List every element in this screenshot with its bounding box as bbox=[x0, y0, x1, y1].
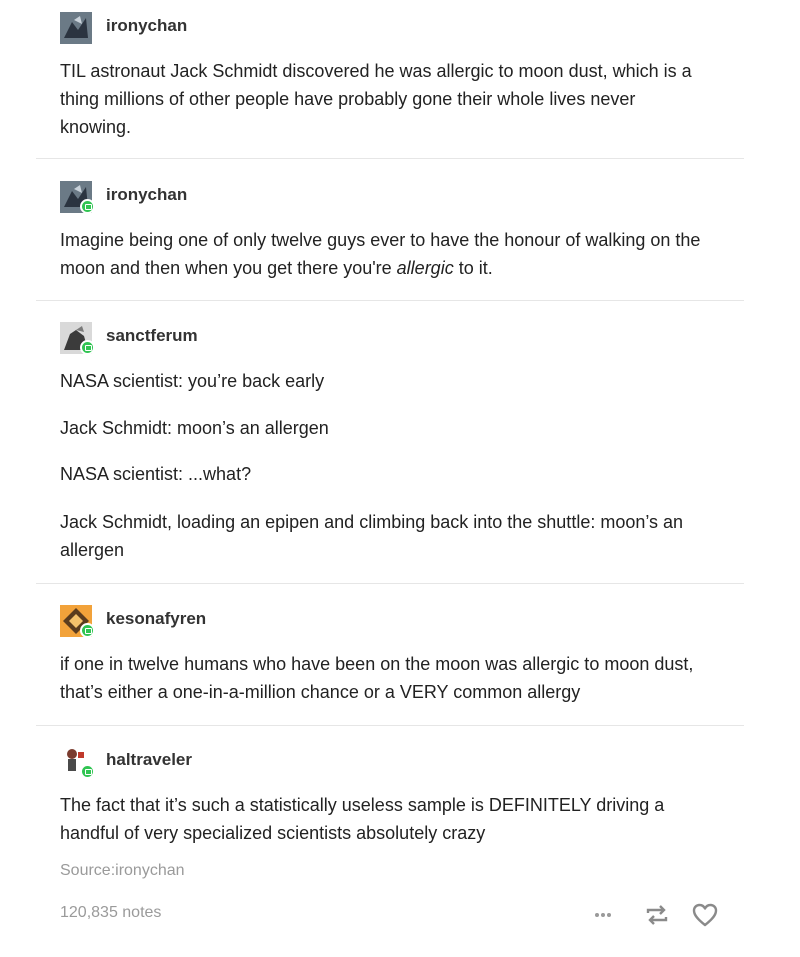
divider bbox=[36, 158, 744, 159]
text-line: allergen bbox=[60, 540, 125, 560]
divider bbox=[36, 725, 744, 726]
notes-count[interactable]: 120,835 notes bbox=[60, 904, 161, 922]
post-text: Imagine being one of only twelve guys ev… bbox=[60, 226, 750, 282]
reblog-badge-icon bbox=[80, 623, 95, 638]
text-line: Imagine being one of only twelve guys ev… bbox=[60, 230, 701, 250]
username[interactable]: kesonafyren bbox=[106, 609, 206, 629]
username[interactable]: ironychan bbox=[106, 185, 187, 205]
post-paragraph: Jack Schmidt, loading an epipen and clim… bbox=[60, 508, 750, 564]
reblog-badge-icon bbox=[80, 199, 95, 214]
username[interactable]: ironychan bbox=[106, 16, 187, 36]
text-line: thing millions of other people have prob… bbox=[60, 89, 636, 109]
reblog-badge-icon bbox=[80, 340, 95, 355]
post-paragraph: NASA scientist: you’re back early bbox=[60, 371, 325, 391]
post-text: TIL astronaut Jack Schmidt discovered he… bbox=[60, 57, 750, 141]
text-line: The fact that it’s such a statistically … bbox=[60, 795, 665, 815]
text-line: knowing. bbox=[60, 117, 132, 137]
text-line: TIL astronaut Jack Schmidt discovered he… bbox=[60, 61, 692, 81]
divider bbox=[36, 300, 744, 301]
post-text: if one in twelve humans who have been on… bbox=[60, 650, 750, 706]
reblog-badge-icon bbox=[80, 764, 95, 779]
username[interactable]: haltraveler bbox=[106, 750, 192, 770]
text-line: Jack Schmidt, loading an epipen and clim… bbox=[60, 512, 684, 532]
source-link[interactable]: Source:ironychan bbox=[60, 862, 185, 880]
divider bbox=[36, 583, 744, 584]
heart-icon[interactable] bbox=[690, 900, 720, 930]
reblog-icon[interactable] bbox=[642, 900, 672, 930]
username[interactable]: sanctferum bbox=[106, 326, 198, 346]
post-paragraph: NASA scientist: ...what? bbox=[60, 464, 252, 484]
text-line: moon and then when you get there you're bbox=[60, 258, 397, 278]
post-actions bbox=[588, 900, 728, 930]
emphasized-word: allergic bbox=[396, 258, 454, 278]
post-paragraph: Jack Schmidt: moon’s an allergen bbox=[60, 418, 329, 438]
more-options-icon[interactable] bbox=[588, 900, 618, 930]
text-line: that’s either a one-in-a-million chance … bbox=[60, 682, 581, 702]
text-line: if one in twelve humans who have been on… bbox=[60, 654, 694, 674]
text-line: to it. bbox=[453, 258, 493, 278]
post-text: The fact that it’s such a statistically … bbox=[60, 791, 750, 847]
text-line: handful of very specialized scientists a… bbox=[60, 823, 486, 843]
avatar[interactable] bbox=[60, 12, 92, 44]
